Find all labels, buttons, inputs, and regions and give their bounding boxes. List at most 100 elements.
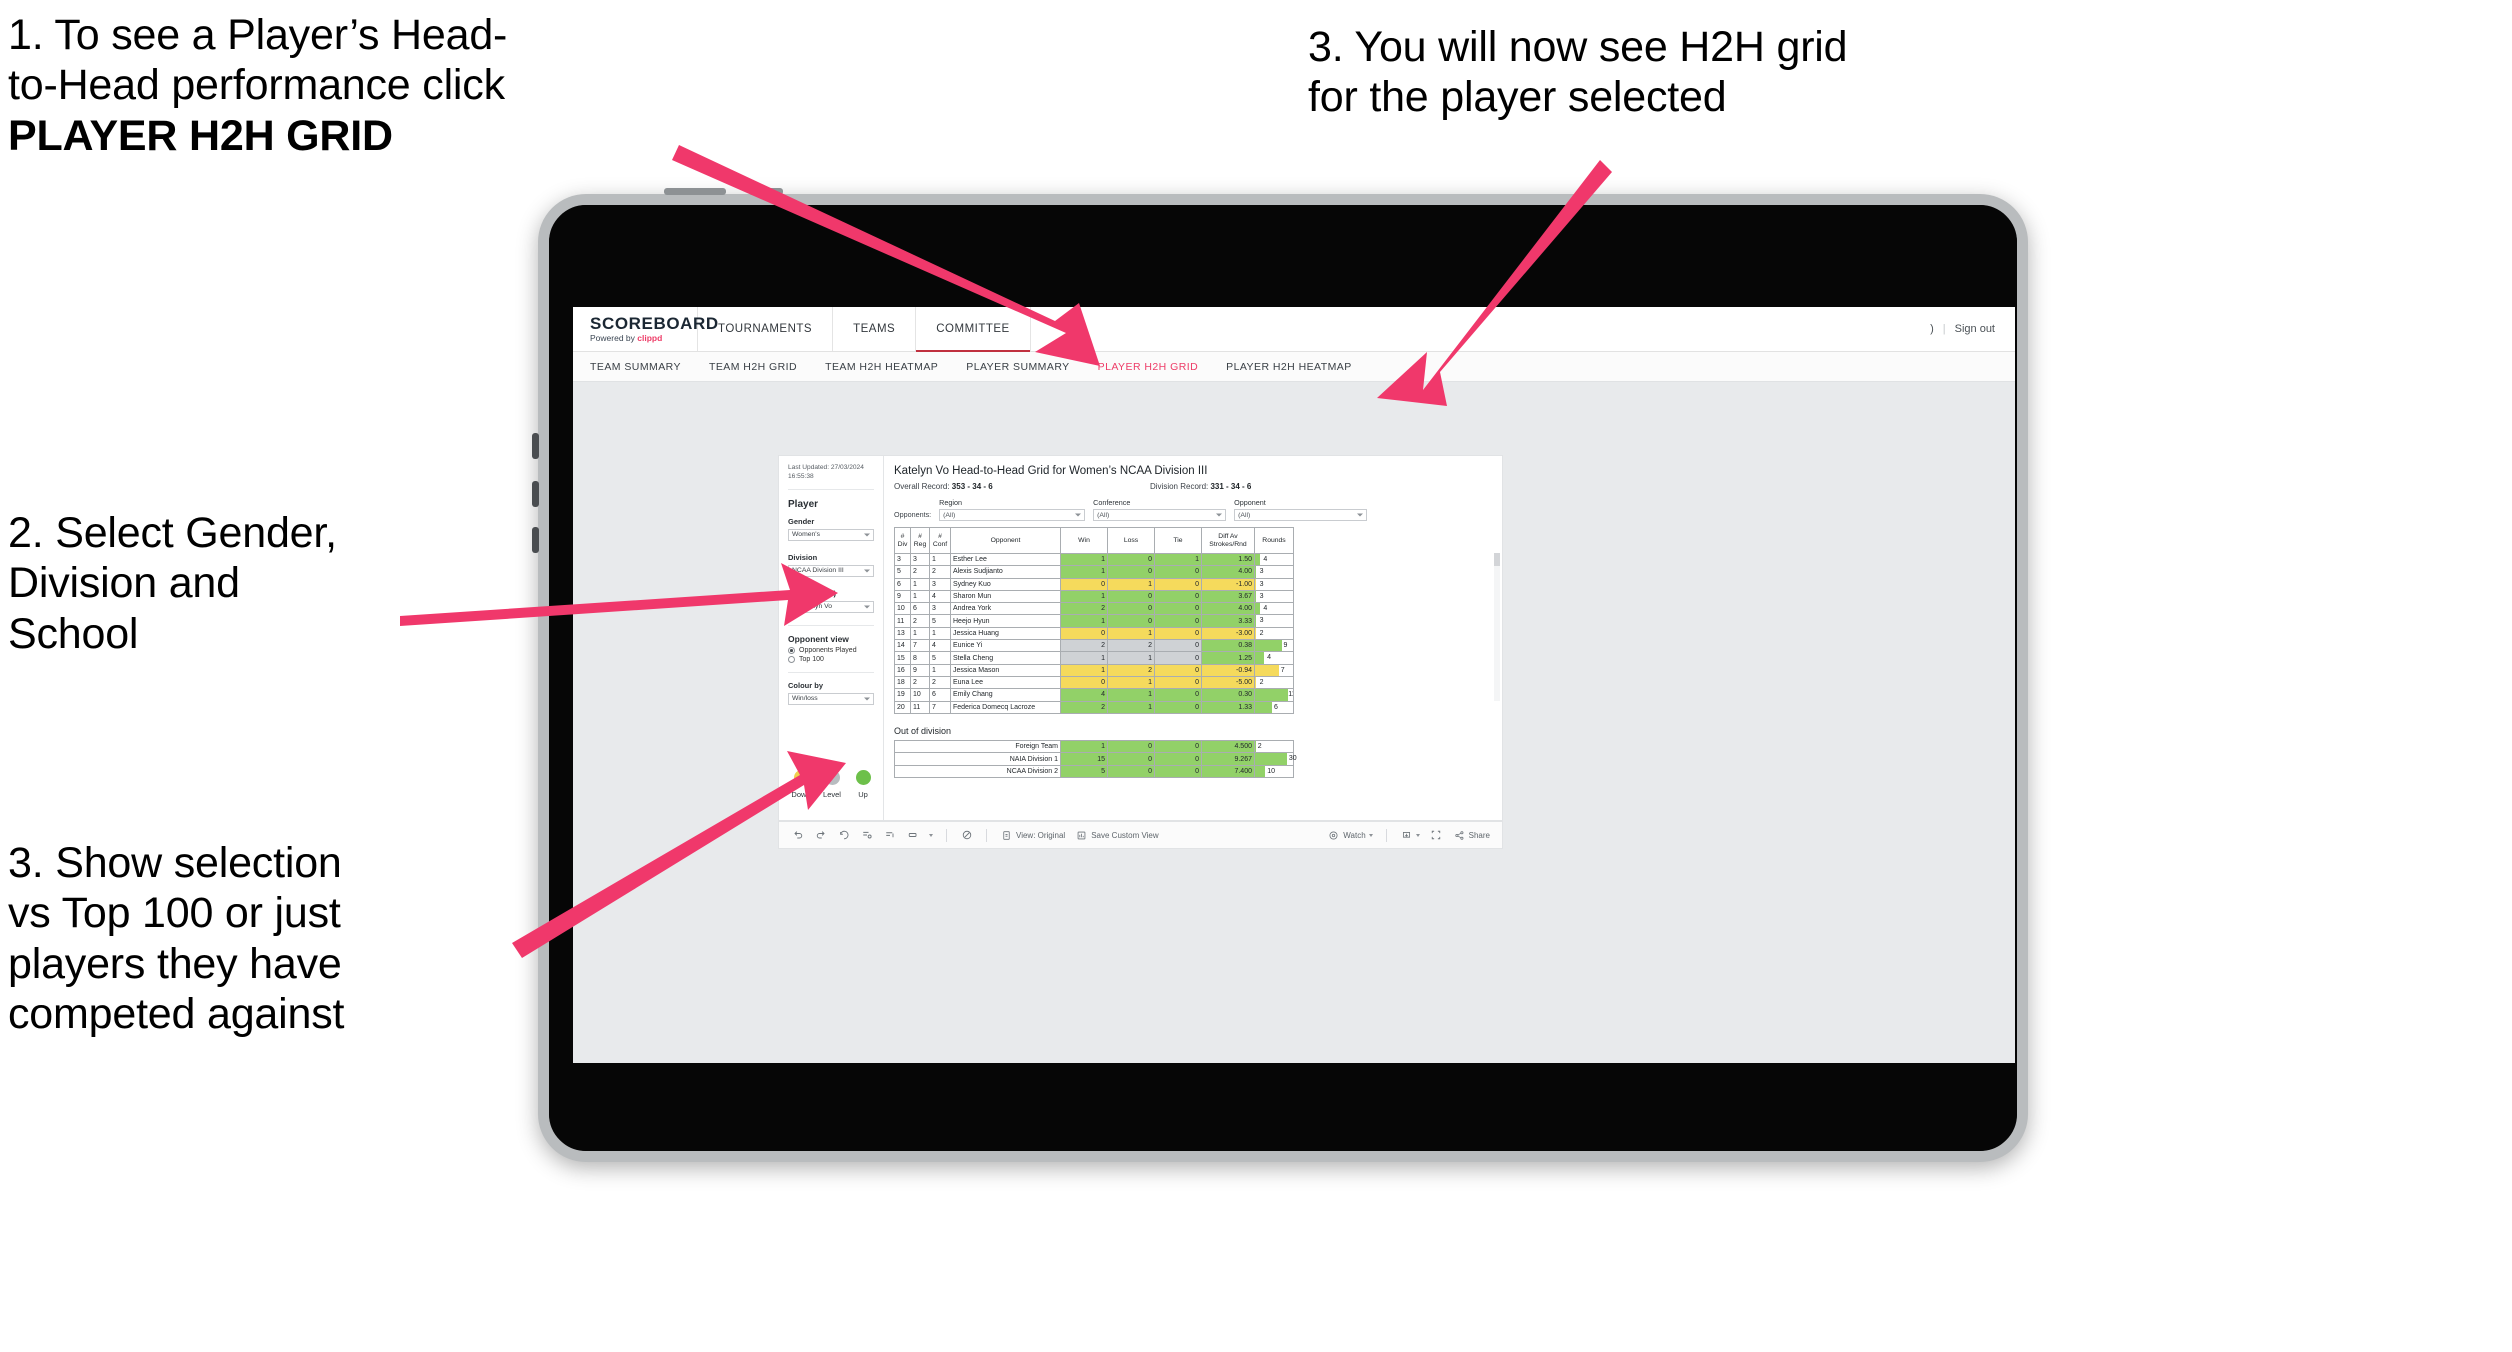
tablet-volume-down-button <box>532 481 539 507</box>
col-header-rounds[interactable]: Rounds <box>1254 527 1294 554</box>
col-header-div[interactable]: # Div <box>894 527 911 554</box>
cell-loss: 0 <box>1107 602 1155 616</box>
user-menu-chevron-icon[interactable]: ) <box>1930 323 1934 335</box>
table-row[interactable]: 20 11 7 Federica Domecq Lacroze 2 1 0 1.33 6 <box>894 700 1294 714</box>
subtab-team-summary[interactable]: TEAM SUMMARY <box>590 361 681 373</box>
table-row[interactable]: NCAA Division 2 5 0 0 7.400 10 <box>894 764 1294 779</box>
pause-updates-icon[interactable] <box>883 829 896 842</box>
fit-dropdown-chevron-icon[interactable] <box>929 833 933 837</box>
subtab-player-h2h-grid[interactable]: PLAYER H2H GRID <box>1098 361 1199 373</box>
subtab-team-h2h-grid[interactable]: TEAM H2H GRID <box>709 361 797 373</box>
division-filter-select[interactable]: NCAA Division III <box>788 564 874 577</box>
nav-tab-teams[interactable]: TEAMS <box>833 307 917 351</box>
annotation-line: 3. You will now see H2H grid <box>1308 23 1848 71</box>
col-header-line: Conf <box>932 540 948 548</box>
watch-icon <box>1327 829 1340 842</box>
table-row[interactable]: 6 1 3 Sydney Kuo 0 1 0 -1.00 3 <box>894 577 1294 591</box>
cell-opponent: Emily Chang <box>950 688 1061 702</box>
col-header-opponent[interactable]: Opponent <box>950 527 1061 554</box>
cell-group-name: Foreign Team <box>894 739 1061 754</box>
table-row[interactable]: 16 9 1 Jessica Mason 1 2 0 -0.94 7 <box>894 663 1294 677</box>
rounds-bar <box>1255 640 1283 651</box>
player-filter-select[interactable]: 8. Katelyn Vo <box>788 600 874 613</box>
undo-icon[interactable] <box>791 829 804 842</box>
nav-tab-committee[interactable]: COMMITTEE <box>916 307 1031 352</box>
cell-win: 4 <box>1060 688 1108 702</box>
highlighter-icon[interactable] <box>960 829 973 842</box>
cell-win: 5 <box>1060 764 1108 779</box>
table-row[interactable]: 9 1 4 Sharon Mun 1 0 0 3.67 3 <box>894 589 1294 604</box>
table-row[interactable]: Foreign Team 1 0 0 4.500 2 <box>894 739 1294 754</box>
cell-diff: 7.400 <box>1201 764 1255 779</box>
table-row[interactable]: 5 2 2 Alexis Sudjianto 1 0 0 4.00 3 <box>894 565 1294 579</box>
col-header-loss[interactable]: Loss <box>1107 527 1155 554</box>
cell-conf: 3 <box>929 577 951 591</box>
download-button[interactable] <box>1400 829 1420 842</box>
table-row[interactable]: 3 3 1 Esther Lee 1 0 1 1.50 4 <box>894 552 1294 567</box>
grid-scrollbar-thumb[interactable] <box>1494 553 1500 566</box>
table-row[interactable]: 11 2 5 Heejo Hyun 1 0 0 3.33 3 <box>894 614 1294 628</box>
sign-out-link[interactable]: Sign out <box>1955 323 1995 335</box>
cell-tie: 0 <box>1154 752 1202 766</box>
radio-opponents-played[interactable]: Opponents Played <box>788 646 874 654</box>
table-row[interactable]: 15 8 5 Stella Cheng 1 1 0 1.25 4 <box>894 651 1294 665</box>
view-original-label: View: Original <box>1016 830 1066 840</box>
nav-tab-tournaments[interactable]: TOURNAMENTS <box>698 307 834 351</box>
col-header-tie[interactable]: Tie <box>1154 527 1202 554</box>
revert-icon[interactable] <box>837 829 850 842</box>
save-custom-view-button[interactable]: Save Custom View <box>1075 829 1159 842</box>
cell-tie: 0 <box>1154 764 1202 779</box>
viz-bottom-toolbar: View: Original Save Custom View Watch Sh… <box>779 821 1502 848</box>
table-row[interactable]: 18 2 2 Euna Lee 0 1 0 -5.00 2 <box>894 675 1294 690</box>
table-row[interactable]: 13 1 1 Jessica Huang 0 1 0 -3.00 2 <box>894 626 1294 641</box>
region-filter-select[interactable]: (All) <box>939 509 1086 521</box>
refresh-data-icon[interactable] <box>860 829 873 842</box>
col-header-line: Diff Av <box>1218 533 1238 541</box>
annotation-line: for the player selected <box>1308 73 1727 122</box>
cell-conf: 5 <box>929 651 951 665</box>
col-header-reg[interactable]: # Reg <box>910 527 930 554</box>
subtab-team-h2h-heatmap[interactable]: TEAM H2H HEATMAP <box>825 361 938 373</box>
rounds-bar <box>1255 702 1272 713</box>
col-header-conf[interactable]: # Conf <box>929 527 951 554</box>
colour-by-select[interactable]: Win/loss <box>788 692 874 705</box>
table-row[interactable]: 14 7 4 Eunice Yi 2 2 0 0.38 9 <box>894 639 1294 653</box>
table-row[interactable]: NAIA Division 1 15 0 0 9.267 30 <box>894 752 1297 766</box>
colour-legend: Down Level Up <box>788 770 876 799</box>
share-button[interactable]: Share <box>1453 829 1490 842</box>
cell-rounds: 3 <box>1254 614 1294 628</box>
cell-conf: 4 <box>929 589 951 604</box>
region-filter-value: (All) <box>943 511 956 519</box>
radio-top-100[interactable]: Top 100 <box>788 655 874 663</box>
legend-dot-down-icon <box>793 770 809 785</box>
view-original-button[interactable]: View: Original <box>1000 829 1065 842</box>
cell-tie: 0 <box>1154 700 1202 714</box>
annotation-step-1: 1. To see a Player’s Head- to-Head perfo… <box>8 10 738 161</box>
cell-loss: 0 <box>1107 752 1155 766</box>
cell-div: 13 <box>894 626 911 641</box>
watch-button[interactable]: Watch <box>1327 829 1373 842</box>
cell-reg: 11 <box>910 700 930 714</box>
conference-filter-select[interactable]: (All) <box>1093 509 1227 521</box>
nav-tab-label: COMMITTEE <box>936 323 1010 335</box>
fit-width-icon[interactable] <box>906 829 919 842</box>
cell-conf: 5 <box>929 614 951 628</box>
annotation-line: School <box>8 609 139 658</box>
tablet-device-frame: SCOREBOARD Powered by clippd TOURNAMENTS… <box>532 188 2028 1162</box>
redo-icon[interactable] <box>814 829 827 842</box>
fullscreen-icon[interactable] <box>1430 829 1443 842</box>
table-row[interactable]: 19106Emily Chang4100.3011 <box>894 688 1294 702</box>
gender-filter-select[interactable]: Women's <box>788 528 874 541</box>
subtab-player-h2h-heatmap[interactable]: PLAYER H2H HEATMAP <box>1226 361 1352 373</box>
grid-scrollbar-track[interactable] <box>1494 553 1500 701</box>
scoreboard-logo[interactable]: SCOREBOARD Powered by clippd <box>573 307 718 351</box>
subtab-player-summary[interactable]: PLAYER SUMMARY <box>966 361 1069 373</box>
cell-win: 1 <box>1060 565 1108 579</box>
region-filter-group: Region (All) <box>939 498 1086 521</box>
filter-section-player-heading: Player <box>788 498 819 510</box>
opponent-filter-select[interactable]: (All) <box>1234 509 1368 521</box>
rounds-bar <box>1255 579 1256 590</box>
col-header-win[interactable]: Win <box>1060 527 1108 554</box>
col-header-diff[interactable]: Diff Av Strokes/Rnd <box>1201 527 1255 554</box>
table-row[interactable]: 10 6 3 Andrea York 2 0 0 4.00 4 <box>894 602 1294 616</box>
